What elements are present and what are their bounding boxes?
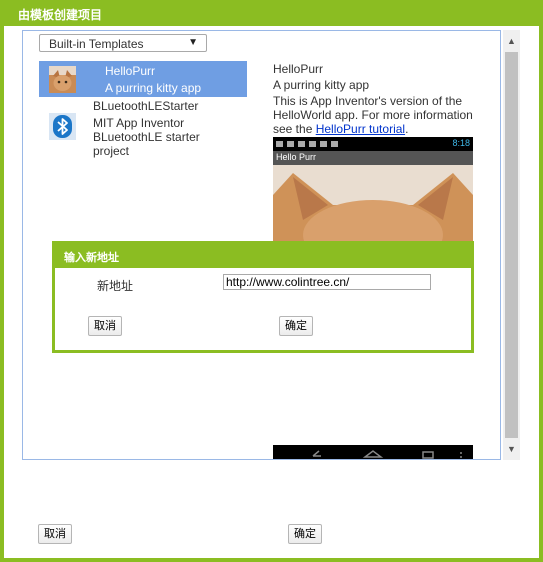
cancel-button[interactable]: 取消 [38, 524, 72, 544]
preview-subtitle: A purring kitty app [273, 78, 370, 92]
preview-title: HelloPurr [273, 62, 324, 76]
template-name: BLuetoothLEStarter [93, 99, 199, 113]
hellopurr-tutorial-link[interactable]: HelloPurr tutorial [316, 122, 405, 136]
address-cancel-button[interactable]: 取消 [88, 316, 122, 336]
scroll-thumb[interactable] [505, 52, 518, 438]
scroll-up-icon[interactable]: ▲ [503, 33, 520, 49]
template-description: MIT App Inventor BLuetoothLE starter pro… [93, 116, 200, 158]
dialog-titlebar[interactable]: 由模板创建项目 [4, 0, 543, 26]
template-source-select[interactable]: Built-in Templates ▼ [39, 34, 207, 52]
phone-app-title: Hello Purr [276, 152, 317, 162]
template-description: A purring kitty app [105, 81, 202, 95]
panel-scrollbar[interactable]: ▲ ▼ [503, 30, 520, 460]
preview-description-end: . [405, 122, 409, 136]
phone-status-bar: 8:18 [273, 137, 473, 151]
chevron-down-icon: ▼ [188, 37, 198, 48]
phone-app-bar: Hello Purr [273, 151, 473, 165]
select-value: Built-in Templates [49, 37, 144, 51]
cat-thumbnail-icon [49, 66, 76, 93]
phone-clock: 8:18 [452, 138, 470, 148]
dialog-title: 由模板创建项目 [18, 8, 103, 22]
address-ok-button[interactable]: 确定 [279, 316, 313, 336]
new-address-dialog: 输入新地址 新地址 取消 确定 [52, 241, 474, 353]
scroll-down-icon[interactable]: ▼ [503, 441, 520, 457]
address-input[interactable] [223, 274, 431, 290]
kitty-photo [273, 165, 473, 247]
new-address-titlebar[interactable]: 输入新地址 [55, 244, 471, 268]
template-item-hellopurr[interactable]: HelloPurr A purring kitty app [39, 61, 247, 97]
new-address-title: 输入新地址 [64, 251, 119, 264]
nav-buttons-icon [312, 450, 462, 459]
ok-button[interactable]: 确定 [288, 524, 322, 544]
status-icons [276, 141, 338, 147]
template-name: HelloPurr [105, 64, 156, 78]
phone-nav-bar [273, 445, 473, 459]
bluetooth-icon [49, 113, 76, 140]
preview-description: This is App Inventor's version of the He… [273, 94, 473, 136]
template-item-bluetoothle[interactable]: BLuetoothLEStarter MIT App Inventor BLue… [39, 98, 247, 164]
address-label: 新地址 [97, 279, 134, 293]
